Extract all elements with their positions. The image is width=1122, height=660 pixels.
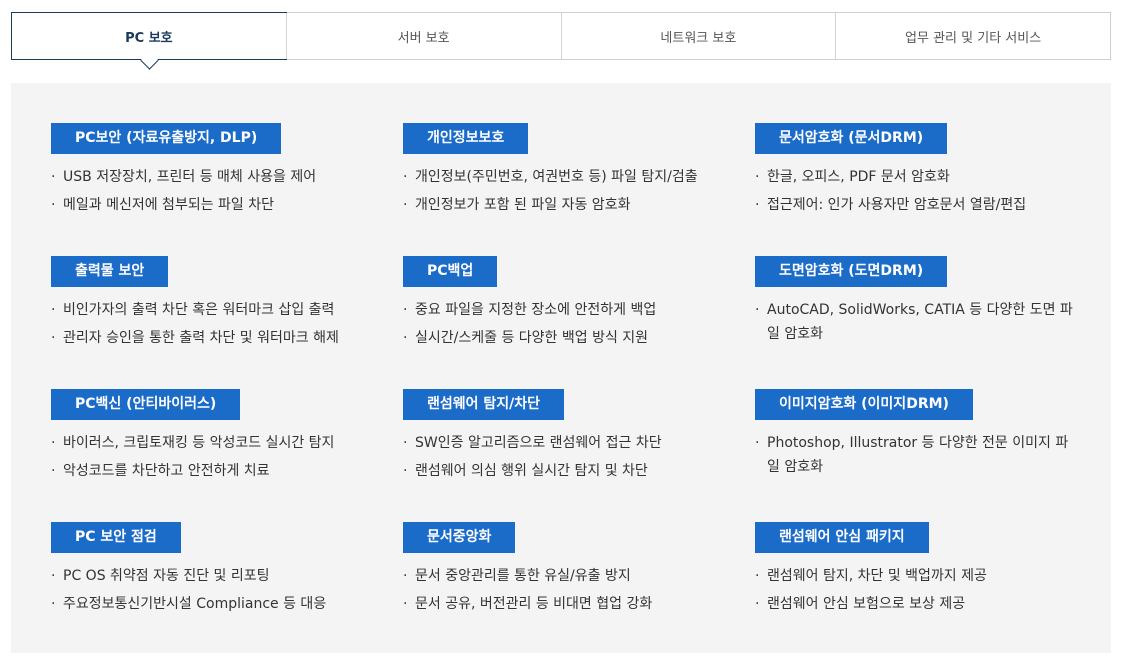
tab-label: 서버 보호 [397, 30, 450, 46]
product-item-drawing-drm: 도면암호화 (도면DRM) AutoCAD, SolidWorks, CATIA… [755, 256, 1091, 389]
feature-item: 개인정보가 포함 된 파일 자동 암호화 [403, 193, 725, 217]
product-item-dlp: PC보안 (자료유출방지, DLP) USB 저장장치, 프린터 등 매체 사용… [51, 123, 403, 256]
feature-item: 비인가자의 출력 차단 혹은 워터마크 삽입 출력 [51, 298, 373, 322]
feature-item: SW인증 알고리즘으로 랜섬웨어 접근 차단 [403, 431, 725, 455]
category-tabs: PC 보호 서버 보호 네트워크 보호 업무 관리 및 기타 서비스 [11, 12, 1111, 70]
product-title-badge[interactable]: 랜섬웨어 탐지/차단 [403, 389, 565, 420]
tab-pc-protection[interactable]: PC 보호 [11, 12, 287, 70]
feature-list: USB 저장장치, 프린터 등 매체 사용을 제어 메일과 메신저에 첨부되는 … [51, 165, 403, 217]
product-title-badge[interactable]: 문서중앙화 [403, 522, 516, 553]
feature-item: 한글, 오피스, PDF 문서 암호화 [755, 165, 1077, 189]
feature-item: USB 저장장치, 프린터 등 매체 사용을 제어 [51, 165, 373, 189]
product-title-badge[interactable]: 출력물 보안 [51, 256, 169, 287]
feature-list: Photoshop, Illustrator 등 다양한 전문 이미지 파일 암… [755, 431, 1091, 479]
feature-item: 문서 중앙관리를 통한 유실/유출 방지 [403, 564, 725, 588]
feature-item: 문서 공유, 버전관리 등 비대면 협업 강화 [403, 592, 725, 616]
feature-item: 랜섬웨어 의심 행위 실시간 탐지 및 차단 [403, 459, 725, 483]
tab-label: 업무 관리 및 기타 서비스 [905, 30, 1042, 46]
product-title-badge[interactable]: PC보안 (자료유출방지, DLP) [51, 123, 282, 154]
feature-list: 랜섬웨어 탐지, 차단 및 백업까지 제공 랜섬웨어 안심 보험으로 보상 제공 [755, 564, 1091, 616]
feature-list: 비인가자의 출력 차단 혹은 워터마크 삽입 출력 관리자 승인을 통한 출력 … [51, 298, 403, 350]
feature-item: 접근제어: 인가 사용자만 암호문서 열람/편집 [755, 193, 1077, 217]
active-tab-caret-icon [140, 51, 159, 70]
feature-list: 중요 파일을 지정한 장소에 안전하게 백업 실시간/스케줄 등 다양한 백업 … [403, 298, 755, 350]
tab-business-management[interactable]: 업무 관리 및 기타 서비스 [835, 13, 1110, 59]
product-item-image-drm: 이미지암호화 (이미지DRM) Photoshop, Illustrator 등… [755, 389, 1091, 522]
product-item-document-centralization: 문서중앙화 문서 중앙관리를 통한 유실/유출 방지 문서 공유, 버전관리 등… [403, 522, 755, 655]
feature-item: 관리자 승인을 통한 출력 차단 및 워터마크 해제 [51, 326, 373, 350]
feature-item: 실시간/스케줄 등 다양한 백업 방식 지원 [403, 326, 725, 350]
product-title-badge[interactable]: 랜섬웨어 안심 패키지 [755, 522, 929, 553]
feature-item: Photoshop, Illustrator 등 다양한 전문 이미지 파일 암… [755, 431, 1077, 479]
feature-list: PC OS 취약점 자동 진단 및 리포팅 주요정보통신기반시설 Complia… [51, 564, 403, 616]
product-item-document-drm: 문서암호화 (문서DRM) 한글, 오피스, PDF 문서 암호화 접근제어: … [755, 123, 1091, 256]
feature-list: AutoCAD, SolidWorks, CATIA 등 다양한 도면 파일 암… [755, 298, 1091, 346]
tab-server-protection[interactable]: 서버 보호 [285, 13, 561, 59]
product-title-badge[interactable]: 도면암호화 (도면DRM) [755, 256, 948, 287]
product-item-privacy: 개인정보보호 개인정보(주민번호, 여권번호 등) 파일 탐지/검출 개인정보가… [403, 123, 755, 256]
tab-label: 네트워크 보호 [660, 30, 737, 46]
feature-item: 랜섬웨어 탐지, 차단 및 백업까지 제공 [755, 564, 1077, 588]
feature-list: 바이러스, 크립토재킹 등 악성코드 실시간 탐지 악성코드를 차단하고 안전하… [51, 431, 403, 483]
product-grid: PC보안 (자료유출방지, DLP) USB 저장장치, 프린터 등 매체 사용… [51, 123, 1091, 655]
feature-list: SW인증 알고리즘으로 랜섬웨어 접근 차단 랜섬웨어 의심 행위 실시간 탐지… [403, 431, 755, 483]
feature-item: 랜섬웨어 안심 보험으로 보상 제공 [755, 592, 1077, 616]
feature-item: 주요정보통신기반시설 Compliance 등 대응 [51, 592, 373, 616]
product-item-pc-audit: PC 보안 점검 PC OS 취약점 자동 진단 및 리포팅 주요정보통신기반시… [51, 522, 403, 655]
product-title-badge[interactable]: 개인정보보호 [403, 123, 529, 154]
product-title-badge[interactable]: 이미지암호화 (이미지DRM) [755, 389, 973, 420]
feature-item: 바이러스, 크립토재킹 등 악성코드 실시간 탐지 [51, 431, 373, 455]
product-title-badge[interactable]: 문서암호화 (문서DRM) [755, 123, 948, 154]
product-title-badge[interactable]: PC백신 (안티바이러스) [51, 389, 241, 420]
tab-label: PC 보호 [125, 30, 173, 46]
product-item-ransomware-package: 랜섬웨어 안심 패키지 랜섬웨어 탐지, 차단 및 백업까지 제공 랜섬웨어 안… [755, 522, 1091, 655]
product-item-ransomware-block: 랜섬웨어 탐지/차단 SW인증 알고리즘으로 랜섬웨어 접근 차단 랜섬웨어 의… [403, 389, 755, 522]
product-item-pc-backup: PC백업 중요 파일을 지정한 장소에 안전하게 백업 실시간/스케줄 등 다양… [403, 256, 755, 389]
feature-item: 악성코드를 차단하고 안전하게 치료 [51, 459, 373, 483]
product-title-badge[interactable]: PC백업 [403, 256, 498, 287]
feature-item: AutoCAD, SolidWorks, CATIA 등 다양한 도면 파일 암… [755, 298, 1077, 346]
product-item-antivirus: PC백신 (안티바이러스) 바이러스, 크립토재킹 등 악성코드 실시간 탐지 … [51, 389, 403, 522]
product-panel: PC보안 (자료유출방지, DLP) USB 저장장치, 프린터 등 매체 사용… [11, 83, 1111, 653]
feature-list: 개인정보(주민번호, 여권번호 등) 파일 탐지/검출 개인정보가 포함 된 파… [403, 165, 755, 217]
product-title-badge[interactable]: PC 보안 점검 [51, 522, 181, 553]
feature-list: 문서 중앙관리를 통한 유실/유출 방지 문서 공유, 버전관리 등 비대면 협… [403, 564, 755, 616]
feature-item: 개인정보(주민번호, 여권번호 등) 파일 탐지/검출 [403, 165, 725, 189]
feature-item: 중요 파일을 지정한 장소에 안전하게 백업 [403, 298, 725, 322]
feature-item: PC OS 취약점 자동 진단 및 리포팅 [51, 564, 373, 588]
product-item-print-security: 출력물 보안 비인가자의 출력 차단 혹은 워터마크 삽입 출력 관리자 승인을… [51, 256, 403, 389]
feature-list: 한글, 오피스, PDF 문서 암호화 접근제어: 인가 사용자만 암호문서 열… [755, 165, 1091, 217]
feature-item: 메일과 메신저에 첨부되는 파일 차단 [51, 193, 373, 217]
tab-network-protection[interactable]: 네트워크 보호 [560, 13, 836, 59]
